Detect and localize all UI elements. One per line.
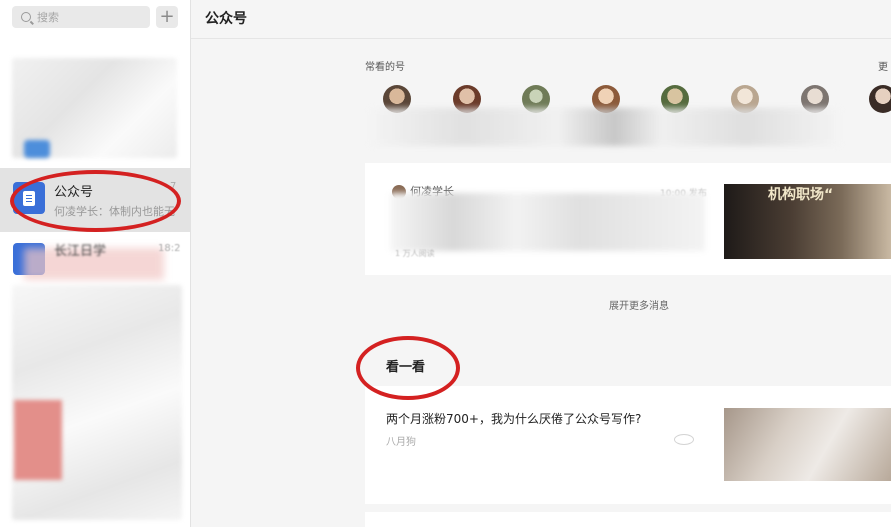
more-link[interactable]: 更 <box>878 58 888 73</box>
chat-item-time: 18:2 <box>158 243 181 254</box>
blurred-message-content <box>390 193 705 251</box>
message-footer: 1 万人阅读 <box>395 249 435 258</box>
main-header: 公众号 <box>191 0 891 39</box>
search-icon <box>21 12 31 22</box>
search-input[interactable]: 搜索 <box>12 6 150 28</box>
blurred-avatar <box>24 140 50 158</box>
thumbnail-text: 机构职场“ <box>768 187 834 203</box>
article-card[interactable] <box>365 512 891 527</box>
chat-item-title: 公众号 <box>54 185 94 200</box>
article-title[interactable]: 两个月涨粉700+，我为什么厌倦了公众号写作? <box>386 410 641 427</box>
article-thumbnail[interactable] <box>724 408 891 481</box>
section-title: 看一看 <box>386 360 426 375</box>
add-button[interactable]: + <box>156 6 178 28</box>
favorites-label: 常看的号 <box>365 62 405 73</box>
favorite-account-avatar[interactable] <box>869 85 891 113</box>
blurred-account-names <box>370 108 840 146</box>
chat-item-time: 7 <box>170 181 177 192</box>
eye-icon <box>674 434 694 445</box>
expand-more-link[interactable]: 展开更多消息 <box>609 297 669 312</box>
chat-item-preview: 何凌学长：体制内也能无 <box>54 205 175 218</box>
chat-item-title[interactable]: 长江日学 <box>54 240 106 259</box>
page-title: 公众号 <box>205 11 247 27</box>
article-source: 八月狗 <box>386 437 416 448</box>
search-placeholder: 搜索 <box>37 11 59 24</box>
sidebar-divider <box>190 0 191 527</box>
gongzhonghao-avatar <box>13 182 45 214</box>
blurred-photo <box>14 400 62 480</box>
sidebar: 搜索 + 公众号 何凌学长：体制内也能无 7 长江日学 18:2 <box>0 0 191 527</box>
document-icon <box>23 190 35 206</box>
